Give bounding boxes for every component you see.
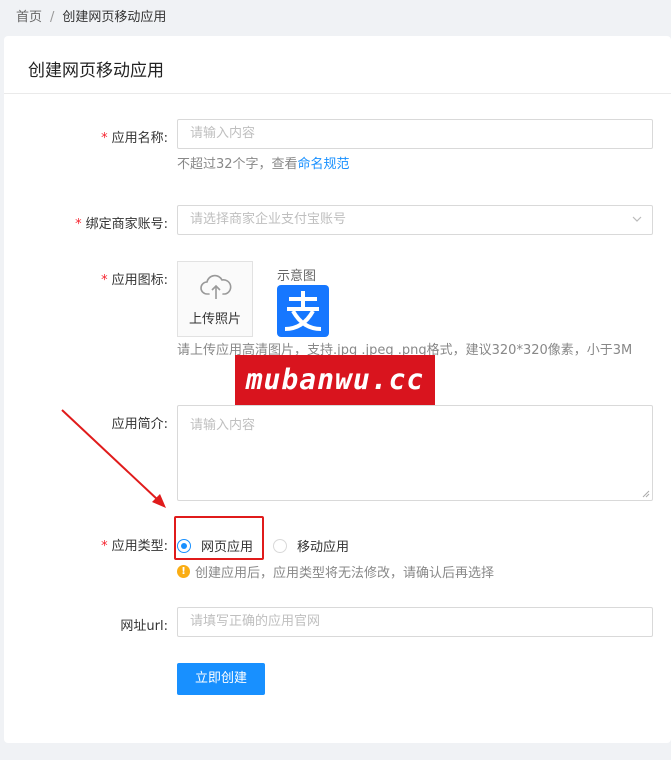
radio-checked-icon <box>177 538 191 553</box>
chevron-down-icon <box>632 216 642 222</box>
required-mark: * <box>101 273 108 288</box>
cloud-upload-icon <box>200 274 232 299</box>
type-warning-hint: ! 创建应用后，应用类型将无法修改，请确认后再选择 <box>177 562 494 581</box>
warning-icon: ! <box>177 565 190 578</box>
url-input[interactable]: 请填写正确的应用官网 <box>177 607 653 637</box>
required-mark: * <box>101 131 108 146</box>
intro-textarea[interactable]: 请输入内容 <box>177 405 653 501</box>
icon-label: * 应用图标: <box>101 273 168 288</box>
radio-web-app[interactable]: 网页应用 <box>177 536 253 555</box>
create-button[interactable]: 立即创建 <box>177 663 265 695</box>
breadcrumb: 首页 / 创建网页移动应用 <box>16 6 166 25</box>
upload-photo-button[interactable]: 上传照片 <box>177 261 253 337</box>
breadcrumb-current: 创建网页移动应用 <box>62 10 167 25</box>
url-label: 网址url: <box>120 619 168 634</box>
resize-grip-icon[interactable] <box>642 490 650 498</box>
alipay-icon <box>284 291 322 331</box>
breadcrumb-separator: / <box>50 10 55 25</box>
page-title: 创建网页移动应用 <box>28 61 164 81</box>
type-label: * 应用类型: <box>101 539 168 554</box>
watermark-logo: mubanwu.cc <box>235 355 435 405</box>
naming-rules-link[interactable]: 命名规范 <box>298 157 350 172</box>
title-divider <box>4 93 671 94</box>
alipay-sample-logo <box>277 285 329 337</box>
radio-unchecked-icon <box>273 538 287 553</box>
breadcrumb-home[interactable]: 首页 <box>16 10 42 25</box>
app-name-hint: 不超过32个字，查看命名规范 <box>177 157 350 172</box>
required-mark: * <box>75 217 82 232</box>
sample-label: 示意图 <box>277 269 317 284</box>
merchant-select[interactable]: 请选择商家企业支付宝账号 <box>177 205 653 235</box>
intro-label: 应用简介: <box>111 417 168 432</box>
app-name-label: * 应用名称: <box>101 131 168 146</box>
merchant-label: * 绑定商家账号: <box>75 217 168 232</box>
upload-photo-label: 上传照片 <box>188 312 241 327</box>
required-mark: * <box>101 539 108 554</box>
app-name-input[interactable]: 请输入内容 <box>177 119 653 149</box>
radio-mobile-app[interactable]: 移动应用 <box>273 536 349 555</box>
